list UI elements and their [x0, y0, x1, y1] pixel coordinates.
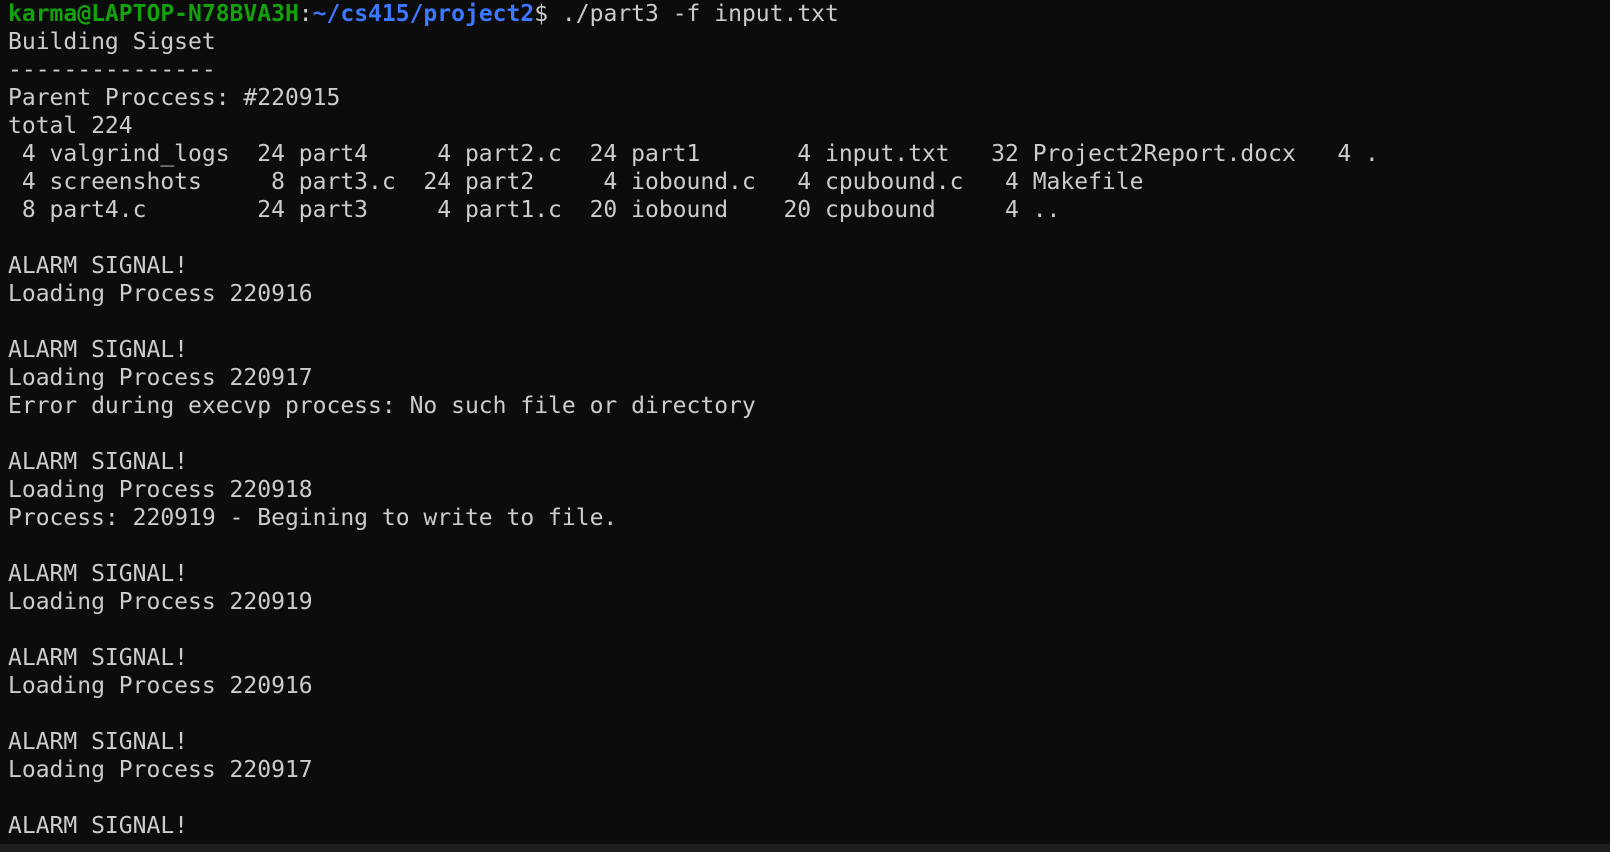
prompt-user-host: karma@LAPTOP-N78BVA3H [8, 1, 299, 27]
error-line: Error during execvp process: No such fil… [8, 393, 756, 419]
command-text: ./part3 -f input.txt [548, 1, 839, 27]
window-bottom-edge [0, 844, 1610, 852]
output-line: ALARM SIGNAL! [8, 645, 189, 671]
output-line: --------------- [8, 57, 216, 83]
output-line: Loading Process 220917 [8, 757, 313, 783]
ls-row: 8 part4.c 24 part3 4 part1.c 20 iobound … [8, 197, 1061, 223]
output-line: ALARM SIGNAL! [8, 337, 189, 363]
prompt-path: ~/cs415/project2 [312, 1, 535, 27]
prompt-line: karma@LAPTOP-N78BVA3H:~/cs415/project2$ … [8, 0, 1610, 28]
prompt-dollar: $ [534, 1, 549, 27]
ls-row: 4 valgrind_logs 24 part4 4 part2.c 24 pa… [8, 141, 1379, 167]
prompt-separator: : [298, 1, 313, 27]
output-line: Loading Process 220916 [8, 673, 313, 699]
output-line: ALARM SIGNAL! [8, 449, 189, 475]
output-line: Loading Process 220918 [8, 477, 313, 503]
output-line: ALARM SIGNAL! [8, 813, 189, 839]
output-line: Process: 220919 - Begining to write to f… [8, 505, 618, 531]
output-line: Loading Process 220917 [8, 365, 313, 391]
output-line: Parent Proccess: #220915 [8, 85, 341, 111]
ls-row: 4 screenshots 8 part3.c 24 part2 4 iobou… [8, 169, 1144, 195]
terminal-window[interactable]: karma@LAPTOP-N78BVA3H:~/cs415/project2$ … [0, 0, 1610, 852]
output-line: Loading Process 220916 [8, 281, 313, 307]
output-line: Building Sigset [8, 29, 216, 55]
output-line: ALARM SIGNAL! [8, 729, 189, 755]
output-line: ALARM SIGNAL! [8, 561, 189, 587]
output-line: Loading Process 220919 [8, 589, 313, 615]
output-line: ALARM SIGNAL! [8, 253, 189, 279]
output-line: total 224 [8, 113, 133, 139]
